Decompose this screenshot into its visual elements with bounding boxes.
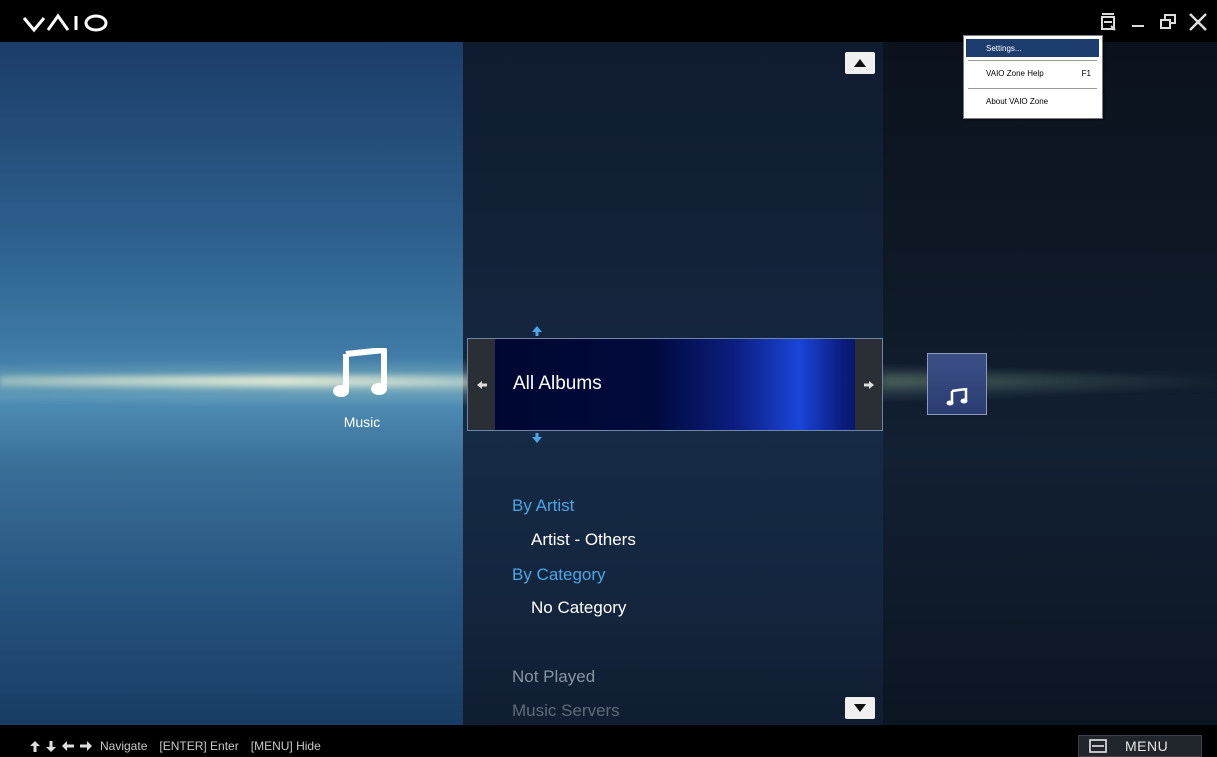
previous-button[interactable] [468,339,495,430]
arrow-down-icon[interactable] [531,432,543,444]
arrow-right-icon [80,740,92,751]
menu-separator [968,88,1097,89]
list-item-by-artist[interactable]: By Artist [512,496,574,516]
triangle-up-icon [854,59,866,67]
album-thumbnail[interactable] [927,353,987,415]
list-item-music-servers[interactable]: Music Servers [512,701,620,721]
help-menu: [MENU] Hide [250,739,321,753]
menu-button-label: MENU [1125,738,1169,754]
selected-item-title: All Albums [513,373,602,394]
menu-item-about[interactable]: About VAIO Zone [966,92,1099,110]
bottom-bar: Navigate [ENTER] Enter [MENU] Hide MENU [0,725,1217,757]
music-note-icon[interactable] [332,348,390,400]
navigation-arrows [30,740,92,752]
close-icon[interactable] [1185,10,1211,34]
category-label[interactable]: Music [330,414,394,430]
list-item-not-played[interactable]: Not Played [512,667,595,687]
arrow-up-icon [30,740,40,752]
minimize-icon[interactable] [1125,10,1151,34]
restore-icon[interactable] [1155,10,1181,34]
scroll-up-button[interactable] [845,52,875,74]
arrow-down-icon [46,740,56,752]
menu-item-help[interactable]: VAIO Zone Help F1 [966,64,1099,82]
menu-item-shortcut: F1 [1081,68,1091,78]
menu-separator [968,60,1097,61]
menu-icon [1089,739,1107,753]
scroll-down-button[interactable] [845,697,875,719]
menu-item-label: VAIO Zone Help [986,68,1044,78]
triangle-down-icon [854,704,866,712]
menu-button[interactable]: MENU [1078,735,1202,757]
next-button[interactable] [855,339,882,430]
arrow-up-icon[interactable] [531,325,543,337]
menu-icon[interactable] [1095,10,1121,34]
menu-item-label: Settings... [986,43,1022,53]
help-navigate: Navigate [100,739,148,753]
context-menu: Settings... VAIO Zone Help F1 About VAIO… [963,35,1103,119]
vaio-logo [22,13,108,33]
arrow-left-icon [476,380,487,389]
left-panel [0,42,463,725]
help-enter: [ENTER] Enter [159,739,239,753]
arrow-right-icon [863,380,874,389]
window-controls [1095,10,1211,34]
menu-item-label: About VAIO Zone [986,96,1049,106]
keyboard-help: Navigate [ENTER] Enter [MENU] Hide [30,739,333,753]
list-item-no-category[interactable]: No Category [531,598,626,618]
music-note-icon [946,388,968,406]
arrow-left-icon [62,740,74,751]
list-item-artist-others[interactable]: Artist - Others [531,530,636,550]
selected-item-bar[interactable]: All Albums [467,338,883,431]
list-item-by-category[interactable]: By Category [512,565,606,585]
menu-item-settings[interactable]: Settings... [966,39,1099,57]
